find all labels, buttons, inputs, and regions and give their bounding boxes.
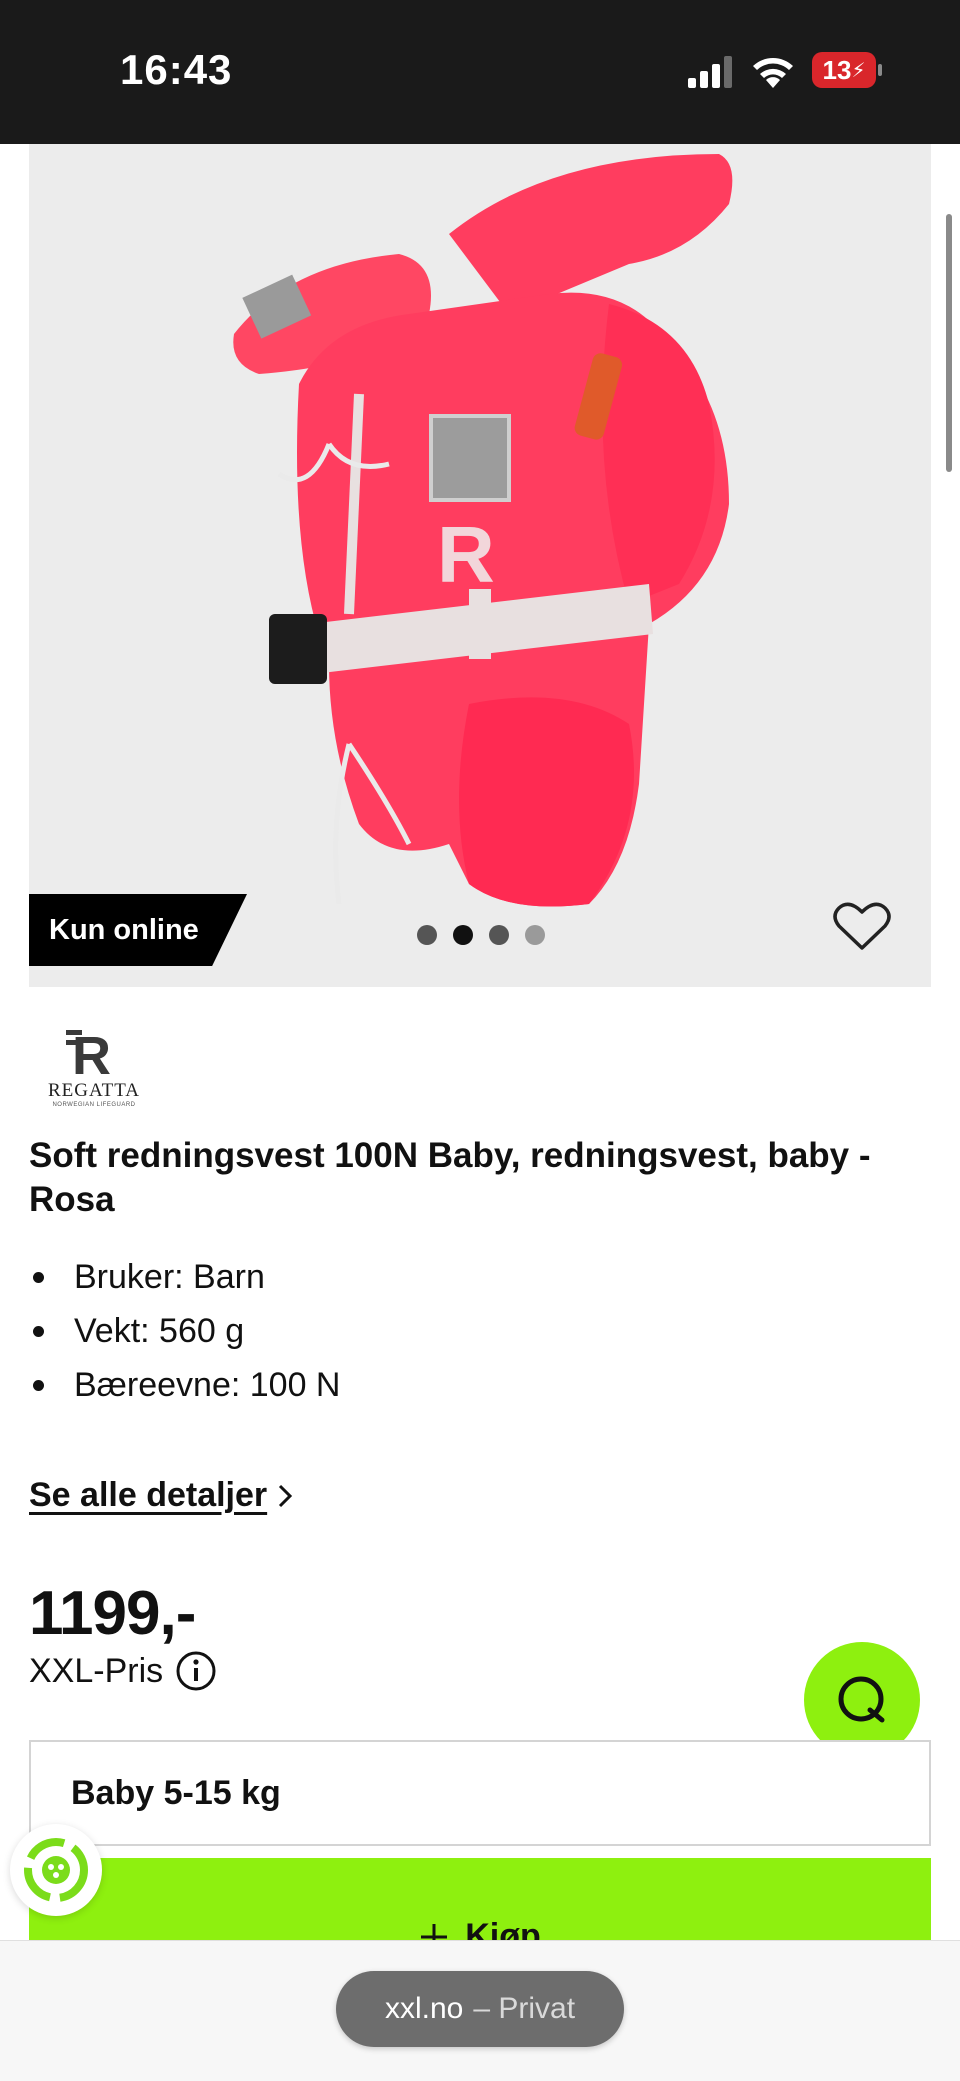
svg-text:R: R: [437, 510, 495, 599]
brand-tagline: NORWEGIAN LIFEGUARD: [52, 1102, 136, 1108]
gallery-pagination[interactable]: [417, 925, 545, 945]
chevron-right-icon: [279, 1484, 293, 1507]
battery-level: 13: [822, 54, 852, 85]
recycle-icon: [24, 1838, 88, 1902]
heart-icon[interactable]: [833, 900, 891, 952]
gallery-dot-active[interactable]: [453, 925, 473, 945]
wifi-icon: [753, 58, 793, 88]
buy-label: Kjøp: [465, 1917, 541, 1942]
size-select[interactable]: Baby 5-15 kg: [29, 1740, 931, 1846]
gallery-dot[interactable]: [489, 925, 509, 945]
spec-item: Bruker: Barn: [29, 1250, 341, 1304]
product-specs-list: Bruker: Barn Vekt: 560 g Bæreevne: 100 N: [29, 1250, 341, 1412]
brand-name: REGATTA: [47, 1080, 141, 1101]
info-icon[interactable]: [175, 1650, 217, 1692]
browser-bottom-bar: xxl.no – Privat: [0, 1940, 960, 2081]
see-all-details-link[interactable]: Se alle detaljer: [29, 1476, 293, 1515]
regatta-logo-icon: R: [66, 1026, 111, 1078]
chat-bubble-icon: [838, 1676, 885, 1723]
gallery-dot[interactable]: [525, 925, 545, 945]
product-title: Soft redningsvest 100N Baby, redningsves…: [29, 1136, 871, 1219]
cellular-signal-icon: [688, 56, 732, 88]
url-bar[interactable]: xxl.no – Privat: [336, 1971, 624, 2047]
page-scrollbar[interactable]: [946, 214, 952, 472]
price-label: XXL-Pris: [29, 1650, 217, 1692]
life-vest-image: R: [233, 154, 733, 907]
status-time: 16:43: [120, 46, 233, 93]
online-only-badge: Kun online: [29, 894, 247, 966]
product-image-gallery[interactable]: R Kun online: [29, 144, 931, 987]
details-link-label: Se alle detaljer: [29, 1476, 268, 1514]
spec-item: Vekt: 560 g: [29, 1304, 341, 1358]
private-mode-label: – Privat: [473, 1992, 576, 2025]
status-bar: 16:43 13 ⚡: [0, 0, 960, 144]
url-domain: xxl.no: [384, 1992, 464, 2025]
battery-icon: 13 ⚡: [812, 52, 882, 88]
gallery-dot[interactable]: [417, 925, 437, 945]
plus-icon: [421, 1923, 448, 1942]
price-label-text: XXL-Pris: [29, 1651, 164, 1690]
product-price: 1199,-: [29, 1579, 196, 1648]
brand-logo[interactable]: R REGATTA NORWEGIAN LIFEGUARD: [44, 1026, 144, 1108]
spec-item: Bæreevne: 100 N: [29, 1358, 341, 1412]
buy-button[interactable]: Kjøp: [29, 1858, 931, 1942]
selected-size: Baby 5-15 kg: [71, 1773, 281, 1812]
recycle-badge[interactable]: [10, 1824, 102, 1916]
